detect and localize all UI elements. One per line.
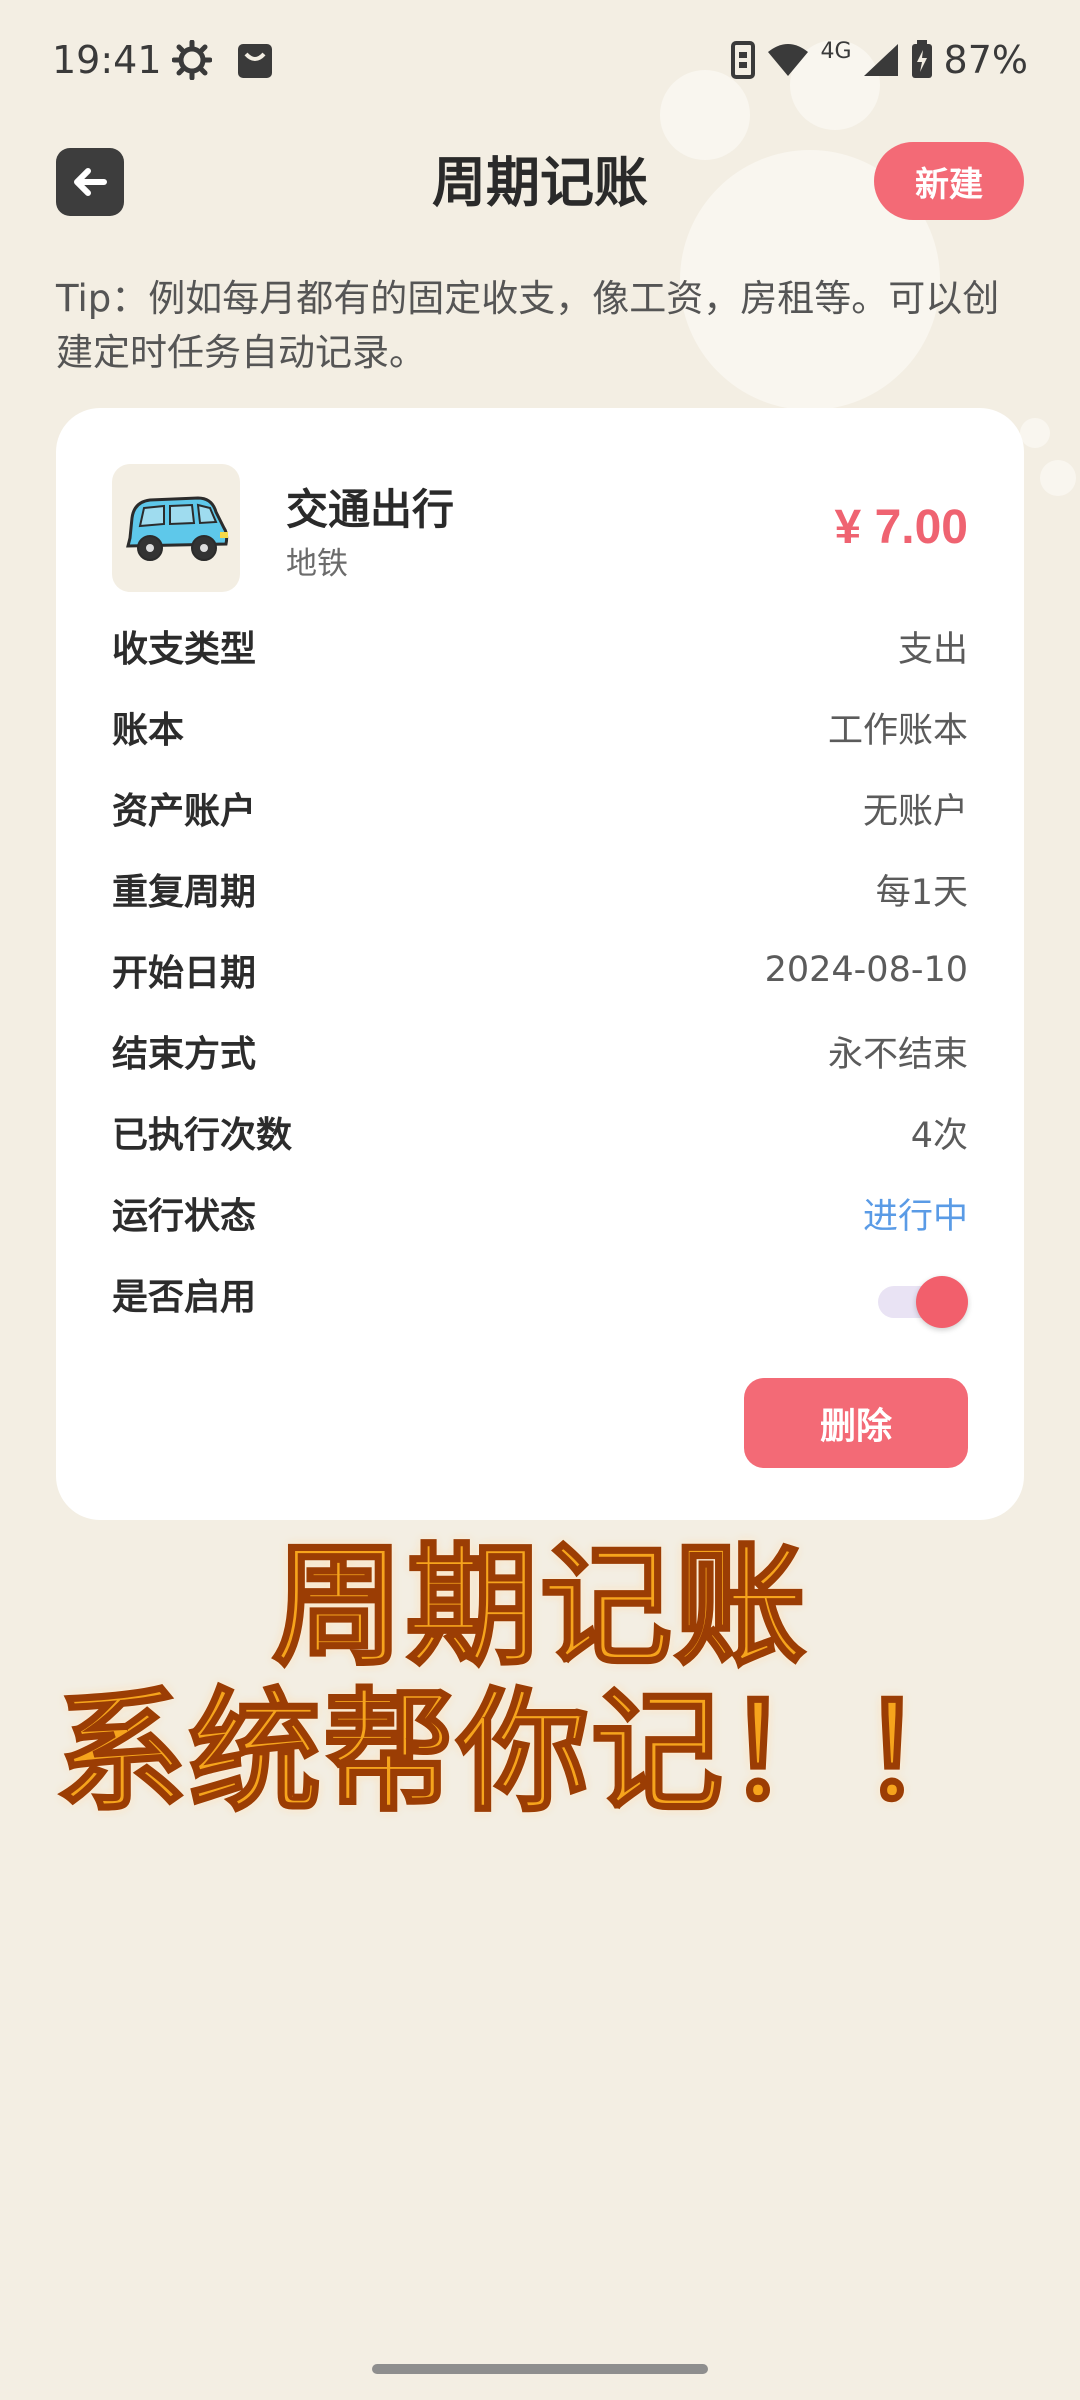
row-label: 资产账户: [112, 791, 257, 832]
status-indicators: 4G 87%: [730, 38, 1028, 82]
record-note: 地铁: [286, 546, 348, 582]
battery-icon: [911, 40, 932, 78]
signal-icon: [863, 44, 898, 76]
row-value: 工作账本: [827, 710, 968, 751]
row-end-mode: 结束方式 永不结束: [112, 1021, 968, 1081]
tip-text: Tip：例如每月都有的固定收支，像工资，房租等。可以创建定时任务自动记录。: [56, 277, 1000, 374]
home-indicator[interactable]: [372, 2364, 708, 2374]
row-value: 4次: [910, 1115, 968, 1156]
status-value: 进行中: [862, 1196, 968, 1237]
row-label: 账本: [112, 710, 185, 751]
row-book: 账本 工作账本: [112, 697, 968, 757]
new-button[interactable]: 新建: [874, 142, 1024, 220]
row-account: 资产账户 无账户: [112, 778, 968, 838]
toggle-knob: [916, 1276, 968, 1328]
background-bubble: [1020, 418, 1050, 448]
row-value: 支出: [897, 629, 968, 670]
sim-card-icon: [731, 41, 756, 79]
background-bubble: [1040, 460, 1076, 496]
row-value: 每1天: [875, 872, 968, 913]
row-run-status: 运行状态 进行中: [112, 1183, 968, 1243]
row-type: 收支类型 支出: [112, 616, 968, 676]
row-value: 2024-08-10: [764, 950, 968, 990]
row-value: 永不结束: [827, 1034, 968, 1075]
row-label: 已执行次数: [112, 1115, 293, 1156]
category-name: 交通出行: [286, 485, 455, 534]
row-enabled: 是否启用: [112, 1264, 968, 1324]
row-start-date: 开始日期 2024-08-10: [112, 940, 968, 1000]
network-type: 4G: [820, 38, 852, 64]
enabled-toggle[interactable]: [878, 1272, 968, 1332]
row-repeat-cycle: 重复周期 每1天: [112, 859, 968, 919]
delete-button[interactable]: 删除: [744, 1378, 968, 1468]
shopping-bag-icon: [236, 40, 274, 84]
row-label: 收支类型: [112, 629, 257, 670]
record-amount: ¥ 7.00: [834, 501, 968, 554]
row-label: 重复周期: [112, 872, 257, 913]
status-time: 19:41: [52, 38, 162, 82]
car-icon: [126, 496, 229, 561]
wifi-icon: [768, 44, 809, 76]
status-bar: 19:41 4G 87%: [0, 0, 1080, 120]
battery-percent: 87%: [943, 38, 1028, 82]
recurring-record-card: 交通出行 地铁 ¥ 7.00 收支类型 支出 账本 工作账本 资产账户 无账户 …: [56, 408, 1024, 1520]
row-label: 运行状态: [112, 1196, 257, 1237]
row-executed-count: 已执行次数 4次: [112, 1102, 968, 1162]
row-label: 开始日期: [112, 953, 257, 994]
row-label: 结束方式: [112, 1034, 257, 1075]
settings-gear-icon: [171, 39, 213, 84]
row-value: 无账户: [862, 791, 968, 832]
row-label: 是否启用: [112, 1277, 257, 1318]
overlay-caption-line2: 系统帮你记！！: [54, 1675, 993, 1832]
category-icon-box: [112, 464, 240, 592]
